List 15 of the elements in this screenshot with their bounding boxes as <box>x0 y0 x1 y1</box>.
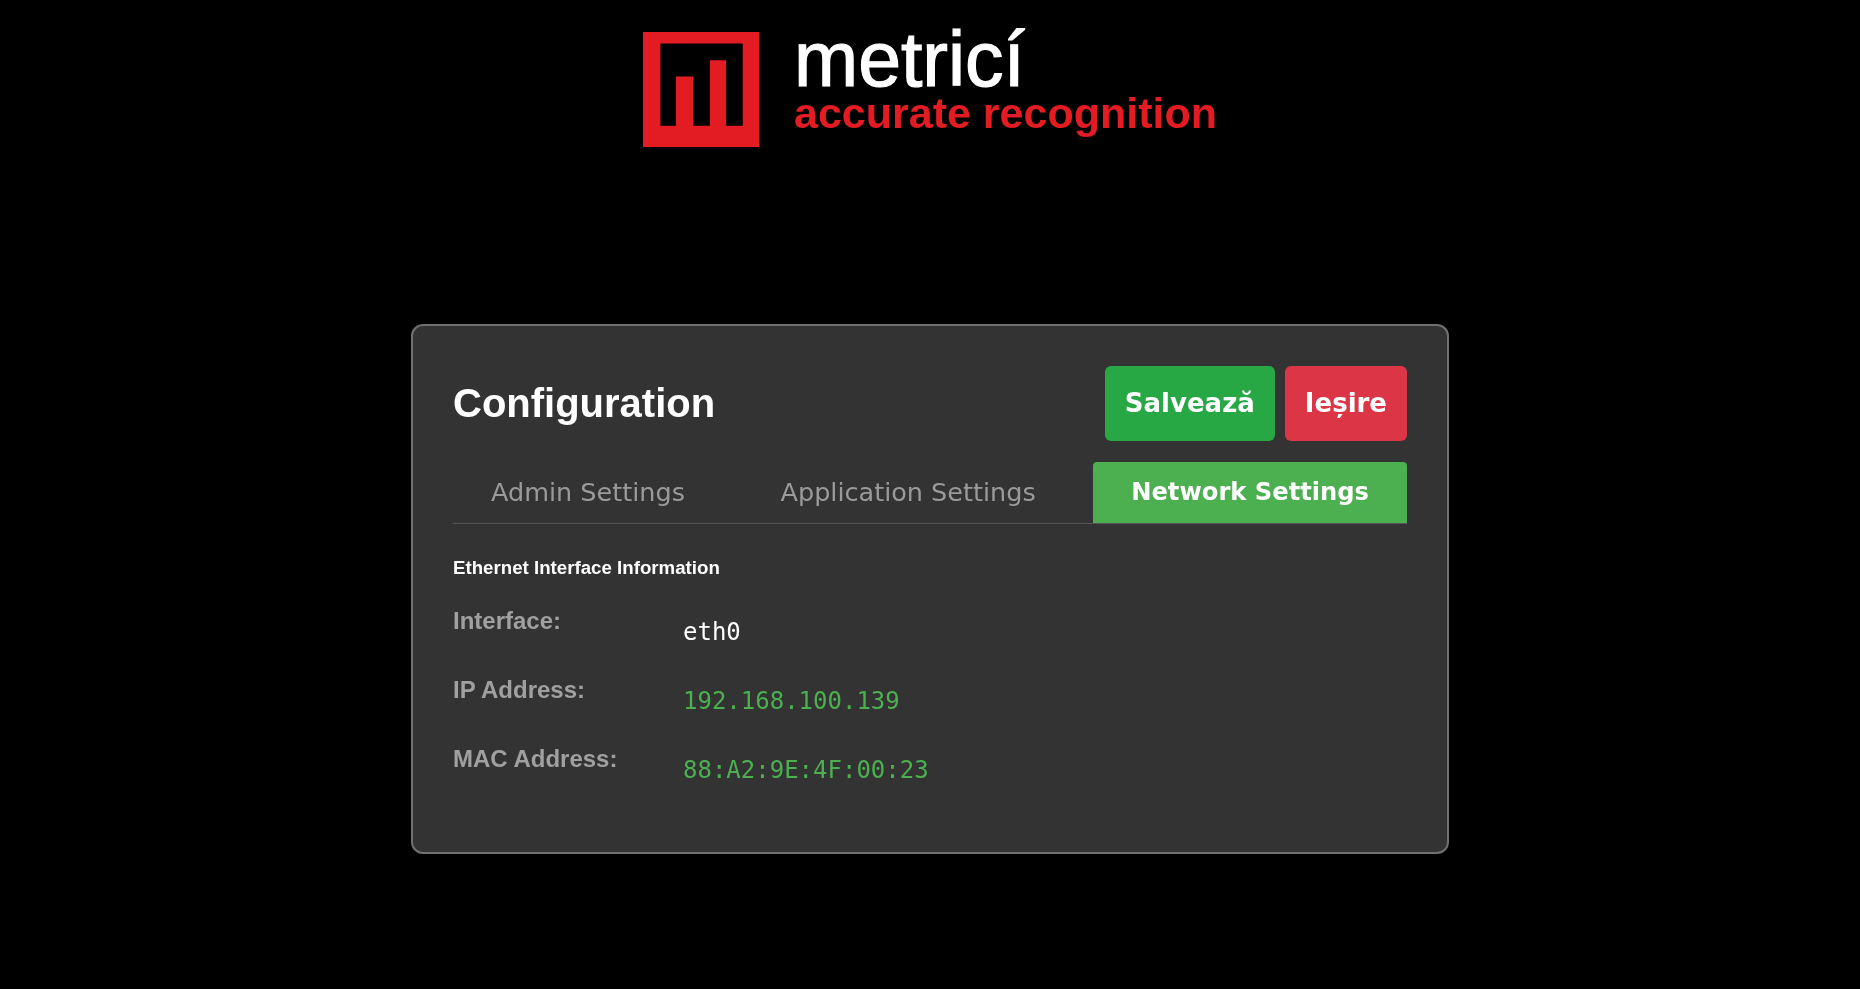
field-value: 192.168.100.139 <box>683 687 900 715</box>
field-value: eth0 <box>683 618 741 646</box>
tab[interactable]: Application Settings <box>742 462 1074 523</box>
section-heading: Ethernet Interface Information <box>453 557 721 579</box>
save-button[interactable]: Salvează <box>1104 366 1275 441</box>
tab[interactable]: Admin Settings <box>453 462 723 523</box>
exit-button[interactable]: Ieșire <box>1284 366 1407 441</box>
tab[interactable]: Network Settings <box>1093 462 1407 523</box>
brand-name: metricí <box>794 24 1025 94</box>
field-label: IP Address: <box>453 676 587 704</box>
logo-icon <box>643 32 759 147</box>
field-label: Interface: <box>453 607 563 635</box>
field-label: MAC Address: <box>453 745 619 773</box>
field-value: 88:A2:9E:4F:00:23 <box>683 756 929 784</box>
page-title: Configuration <box>453 381 716 426</box>
